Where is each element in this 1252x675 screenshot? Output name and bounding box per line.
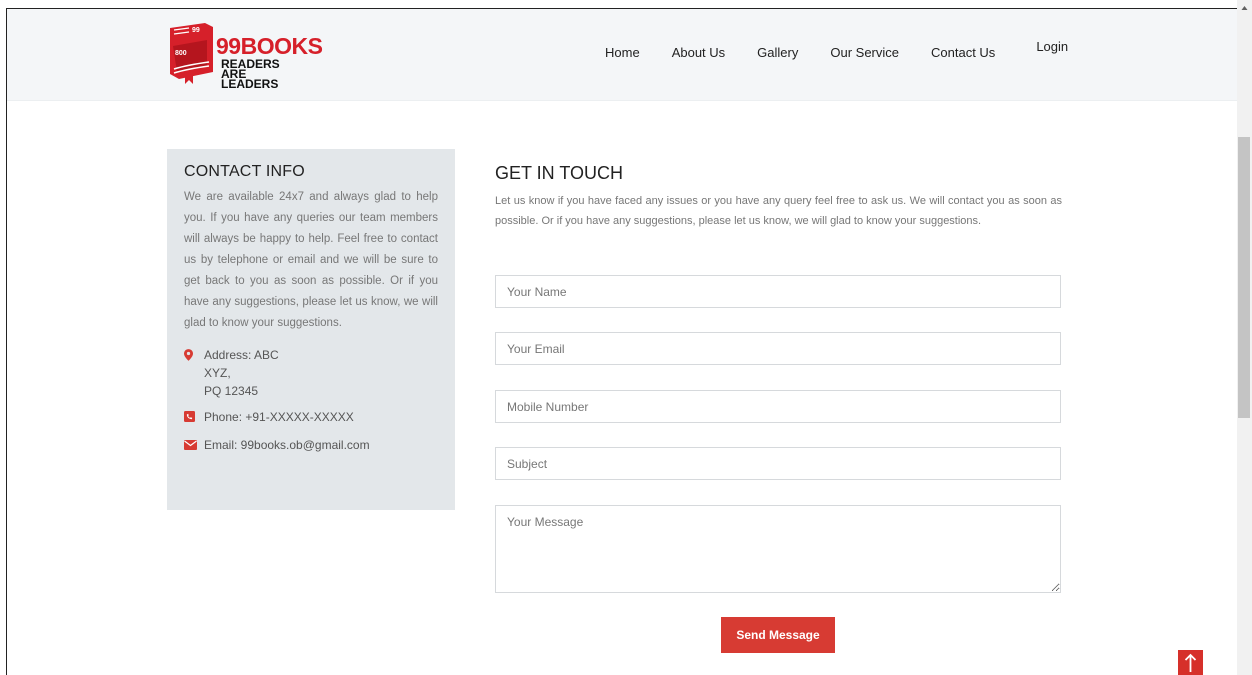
contact-info-title: CONTACT INFO [184, 163, 305, 180]
address-row: Address: ABC XYZ, PQ 12345 [184, 346, 438, 400]
main-nav: Home About Us Gallery Our Service Contac… [605, 39, 1068, 60]
mobile-number-input[interactable] [495, 390, 1061, 423]
send-message-button[interactable]: Send Message [721, 617, 835, 653]
email-text: Email: 99books.ob@gmail.com [204, 438, 370, 452]
nav-home[interactable]: Home [605, 45, 640, 60]
get-in-touch-title: GET IN TOUCH [495, 163, 624, 183]
email-row: Email: 99books.ob@gmail.com [184, 436, 438, 454]
nav-about-us[interactable]: About Us [672, 45, 725, 60]
logo-tagline: READERS ARE LEADERS [221, 57, 307, 91]
email-input[interactable] [495, 332, 1061, 365]
scrollbar-up-arrow[interactable] [1237, 0, 1252, 14]
envelope-icon [184, 436, 204, 454]
map-marker-icon [184, 346, 204, 400]
name-input[interactable] [495, 275, 1061, 308]
nav-our-service[interactable]: Our Service [830, 45, 899, 60]
logo-tagline-line2: LEADERS [221, 77, 279, 91]
nav-login[interactable]: Login [1036, 39, 1068, 54]
triangle-up-icon [1241, 6, 1248, 10]
logo-badge-top: 99 [192, 27, 200, 34]
get-in-touch-description: Let us know if you have faced any issues… [495, 195, 1062, 227]
contact-info-panel: CONTACT INFO We are available 24x7 and a… [167, 149, 455, 510]
address-line-3: PQ 12345 [204, 384, 259, 398]
site-header: 99 800 99BOOKS READERS ARE LEADERS Home … [7, 9, 1237, 101]
nav-gallery[interactable]: Gallery [757, 45, 798, 60]
address-line-2: XYZ, [204, 366, 231, 380]
phone-text: Phone: +91-XXXXX-XXXXX [204, 410, 354, 424]
arrow-up-icon [1184, 653, 1197, 672]
phone-icon [184, 408, 204, 426]
site-logo[interactable]: 99 800 99BOOKS READERS ARE LEADERS [167, 22, 323, 90]
nav-contact-us[interactable]: Contact Us [931, 45, 995, 60]
get-in-touch-section: GET IN TOUCH Let us know if you have fac… [495, 163, 1062, 231]
scrollbar-thumb[interactable] [1238, 137, 1250, 418]
browser-viewport: 99 800 99BOOKS READERS ARE LEADERS Home … [6, 8, 1237, 675]
book-logo-icon: 99 800 [170, 23, 213, 84]
message-textarea[interactable] [495, 505, 1061, 593]
scroll-to-top-button[interactable] [1178, 650, 1203, 675]
logo-tagline-line1: READERS ARE [221, 57, 280, 81]
address-line-1: Address: ABC [204, 348, 279, 362]
logo-badge-bottom: 800 [175, 50, 187, 57]
contact-info-description: We are available 24x7 and always glad to… [184, 191, 438, 329]
phone-row: Phone: +91-XXXXX-XXXXX [184, 408, 438, 426]
subject-input[interactable] [495, 447, 1061, 480]
logo-brand-name: 99BOOKS [216, 33, 323, 59]
